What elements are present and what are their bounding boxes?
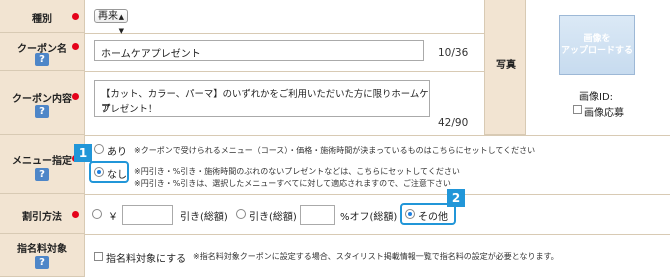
- step-badge-2: 2: [447, 189, 465, 207]
- menu-ari-label: あり: [107, 147, 127, 158]
- label-coupon-name: クーポン名 ?: [0, 33, 84, 71]
- coupon-content-textarea[interactable]: 【カット、カラー、パーマ】のいずれかをご利用いただいた方に限りホームケア プレゼ…: [94, 80, 430, 117]
- pct-prefix-label: 引き(総額): [249, 212, 297, 223]
- required-dot: [72, 43, 79, 50]
- required-dot: [72, 13, 79, 20]
- help-icon[interactable]: ?: [35, 168, 49, 181]
- divider: [84, 71, 484, 72]
- divider: [84, 194, 670, 195]
- help-icon[interactable]: ?: [35, 105, 49, 118]
- menu-nashi-note-1: ※円引き・%引き・施術時間のぶれのないプレゼントなどは、こちらにセットしてくださ…: [134, 167, 460, 176]
- discount-yen-radio[interactable]: [92, 209, 102, 219]
- divider: [84, 0, 85, 277]
- divider: [84, 135, 670, 136]
- coupon-name-input[interactable]: ホームケアプレゼント: [94, 40, 424, 61]
- required-dot: [72, 211, 79, 218]
- label-menu: メニュー指定 ?: [0, 135, 84, 194]
- menu-nashi-note-2: ※円引き・%引きは、選択したメニューすべてに対して適応されますので、ご注意下さい: [134, 179, 451, 188]
- help-icon[interactable]: ?: [35, 256, 49, 269]
- highlight-box-1: [89, 161, 129, 183]
- pct-off-label: %オフ(総額): [340, 212, 398, 223]
- label-category: 種別: [0, 0, 84, 33]
- label-designation: 指名料対象 ?: [0, 234, 84, 277]
- coupon-name-counter: 10/36: [438, 47, 469, 59]
- divider: [84, 33, 484, 34]
- coupon-form: 種別 クーポン名 ? クーポン内容 ? メニュー指定 ? 割引方法 指名料対象 …: [0, 0, 670, 277]
- yen-off-label: 引き(総額): [180, 212, 228, 223]
- updown-arrow-icon: ▲ ▼: [118, 13, 124, 35]
- category-select[interactable]: 再来 ▲ ▼: [94, 9, 128, 35]
- upload-image-button[interactable]: 画像を アップロードする: [559, 15, 635, 75]
- designation-checkbox[interactable]: [94, 252, 103, 261]
- divider: [84, 234, 670, 235]
- menu-ari-note: ※クーポンで受けられるメニュー（コース）・価格・施術時間が決まっているものはこち…: [134, 146, 536, 155]
- yen-amount-input[interactable]: [122, 205, 173, 225]
- help-icon[interactable]: ?: [35, 53, 49, 66]
- discount-pct-radio[interactable]: [236, 209, 246, 219]
- image-apply-checkbox[interactable]: [573, 105, 582, 114]
- image-apply-label: 画像応募: [584, 108, 624, 119]
- menu-ari-radio[interactable]: [94, 144, 104, 154]
- designation-checkbox-label: 指名料対象にする: [106, 254, 187, 265]
- required-dot: [72, 93, 79, 100]
- yen-sign: ￥: [108, 212, 118, 223]
- pct-amount-input[interactable]: [300, 205, 335, 225]
- designation-note: ※指名料対象クーポンに設定する場合、スタイリスト掲載情報一覧で指名料の設定が必要…: [193, 252, 559, 261]
- label-coupon-content: クーポン内容 ?: [0, 71, 84, 135]
- image-id-label: 画像ID:: [579, 92, 614, 103]
- label-discount: 割引方法: [0, 194, 84, 234]
- step-badge-1: 1: [74, 144, 92, 162]
- label-photo: 写真: [484, 0, 526, 135]
- coupon-content-counter: 42/90: [438, 117, 469, 129]
